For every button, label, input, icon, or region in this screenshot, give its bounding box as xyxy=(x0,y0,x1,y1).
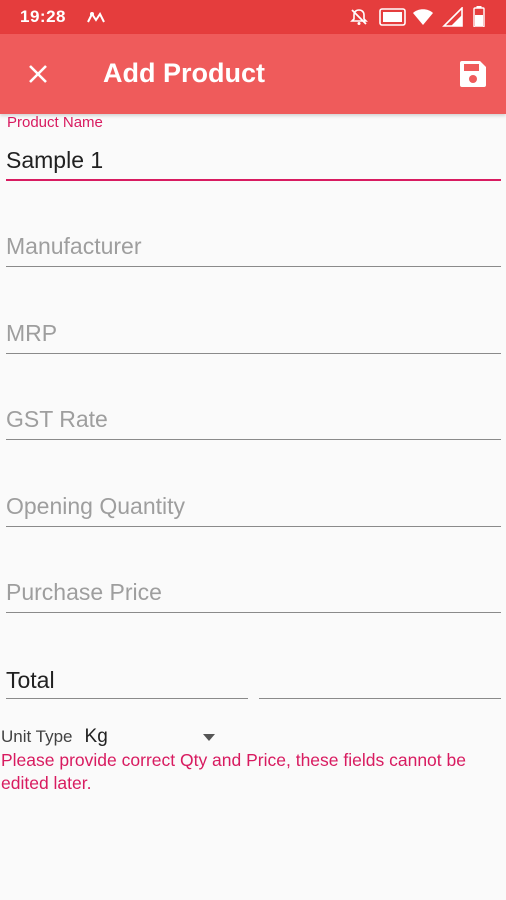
unit-type-value: Kg xyxy=(84,726,108,747)
opening-quantity-input[interactable]: Opening Quantity xyxy=(6,493,185,520)
product-name-label: Product Name xyxy=(7,114,103,131)
page-title: Add Product xyxy=(103,58,265,88)
opening-quantity-field[interactable]: Opening Quantity xyxy=(6,490,501,530)
unit-type-select[interactable]: Kg xyxy=(84,725,215,749)
status-bar: 19:28 xyxy=(0,0,506,34)
app-bar: Add Product xyxy=(0,34,506,114)
purchase-price-input[interactable]: Purchase Price xyxy=(6,579,162,606)
dropdown-arrow-icon xyxy=(202,734,215,741)
opening-quantity-underline xyxy=(6,526,501,527)
save-button[interactable] xyxy=(455,56,491,92)
total-label: Total xyxy=(6,667,55,693)
manufacturer-field[interactable]: Manufacturer xyxy=(6,230,501,270)
total-underline xyxy=(6,698,248,699)
save-icon xyxy=(460,61,486,87)
manufacturer-underline xyxy=(6,266,501,267)
purchase-price-underline xyxy=(6,612,501,613)
gst-rate-underline xyxy=(6,439,501,440)
battery-icon xyxy=(473,6,485,32)
total-value-underline xyxy=(259,698,501,699)
purchase-price-field[interactable]: Purchase Price xyxy=(6,576,501,616)
mute-bell-icon xyxy=(350,8,368,31)
cast-icon xyxy=(86,10,108,29)
unit-type-row: Unit Type Kg xyxy=(1,724,215,750)
close-icon xyxy=(29,65,47,83)
status-time: 19:28 xyxy=(20,7,66,26)
total-value-field xyxy=(259,664,501,704)
signal-icon xyxy=(441,6,463,32)
product-name-input[interactable]: Sample 1 xyxy=(6,147,501,174)
warning-message: Please provide correct Qty and Price, th… xyxy=(1,750,466,793)
mrp-underline xyxy=(6,353,501,354)
product-name-field[interactable]: Product Name Sample 1 xyxy=(6,114,501,184)
product-name-underline xyxy=(6,179,501,181)
gst-rate-input[interactable]: GST Rate xyxy=(6,406,108,433)
close-button[interactable] xyxy=(20,56,56,92)
total-field: Total xyxy=(6,664,248,704)
manufacturer-input[interactable]: Manufacturer xyxy=(6,233,142,260)
gst-rate-field[interactable]: GST Rate xyxy=(6,403,501,443)
wifi-icon xyxy=(412,8,434,31)
mrp-field[interactable]: MRP xyxy=(6,317,501,357)
volte-icon xyxy=(379,8,406,31)
mrp-input[interactable]: MRP xyxy=(6,320,57,347)
unit-type-label: Unit Type xyxy=(1,727,73,746)
